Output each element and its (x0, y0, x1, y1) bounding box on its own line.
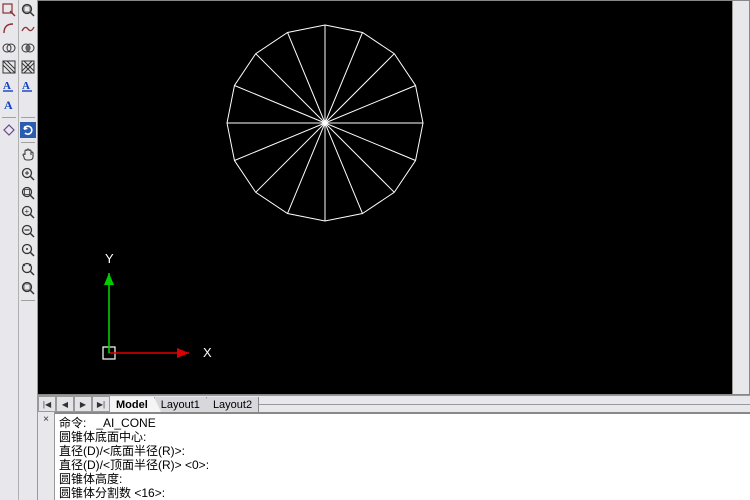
arc-icon[interactable] (1, 21, 17, 37)
zoom-window-alt-icon[interactable] (20, 185, 36, 201)
separator (21, 300, 35, 301)
zoom-in-icon[interactable]: + (20, 204, 36, 220)
close-icon[interactable]: × (43, 414, 49, 500)
svg-text:Y: Y (105, 251, 114, 266)
hatch-icon[interactable] (1, 59, 17, 75)
canvas-svg: XY (38, 1, 750, 399)
scrollbar-vertical[interactable] (732, 1, 749, 394)
separator (2, 117, 16, 118)
text-icon[interactable]: A (1, 97, 17, 113)
drawing-canvas[interactable]: XY (38, 0, 750, 395)
refresh-icon[interactable] (20, 122, 36, 138)
toolbar-left-1: A A (0, 0, 19, 500)
command-panel-gutter: × (38, 412, 55, 500)
cmd-text: 圆锥体分割数 <16>: (59, 486, 746, 500)
text-alt-underline-icon[interactable]: A (20, 78, 36, 94)
pan-icon[interactable] (20, 147, 36, 163)
scrollbar-horizontal[interactable] (259, 404, 750, 405)
tab-layout2[interactable]: Layout2 (207, 397, 259, 412)
misc-tool-icon[interactable] (1, 122, 17, 138)
command-line[interactable]: 命令: _AI_CONE 圆锥体底面中心: 直径(D)/<底面半径(R)>: 直… (55, 412, 750, 500)
cmd-text: 命令: _AI_CONE (59, 416, 746, 430)
zoom-all-icon[interactable] (20, 261, 36, 277)
cmd-text: 直径(D)/<底面半径(R)>: (59, 444, 746, 458)
union-icon[interactable] (1, 40, 17, 56)
svg-text:A: A (3, 80, 11, 92)
separator (21, 142, 35, 143)
text-underline-icon[interactable]: A (1, 78, 17, 94)
svg-text:X: X (203, 345, 212, 360)
zoom-realtime-icon[interactable] (20, 166, 36, 182)
freehand-icon[interactable] (20, 21, 36, 37)
svg-text:+: + (25, 207, 30, 216)
tab-model[interactable]: Model (110, 397, 155, 412)
intersect-icon[interactable] (20, 40, 36, 56)
cmd-text: 直径(D)/<顶面半径(R)> <0>: (59, 458, 746, 472)
zoom-center-icon[interactable] (20, 242, 36, 258)
separator (21, 117, 35, 118)
zoom-out-icon[interactable] (20, 223, 36, 239)
hatch-cross-icon[interactable] (20, 59, 36, 75)
toolbar-left-2: A + (19, 0, 38, 500)
tab-layout1[interactable]: Layout1 (155, 397, 207, 412)
svg-text:A: A (22, 80, 30, 92)
cmd-text: 圆锥体底面中心: (59, 430, 746, 444)
zoom-window-icon[interactable] (1, 2, 17, 18)
svg-text:A: A (4, 98, 13, 112)
cmd-text: 圆锥体高度: (59, 472, 746, 486)
main-area: XY |◀ ◀ ▶ ▶| Model Layout1 Layout2 × 命令:… (38, 0, 750, 500)
zoom-extents-alt-icon[interactable] (20, 280, 36, 296)
zoom-extents-icon[interactable] (20, 2, 36, 18)
